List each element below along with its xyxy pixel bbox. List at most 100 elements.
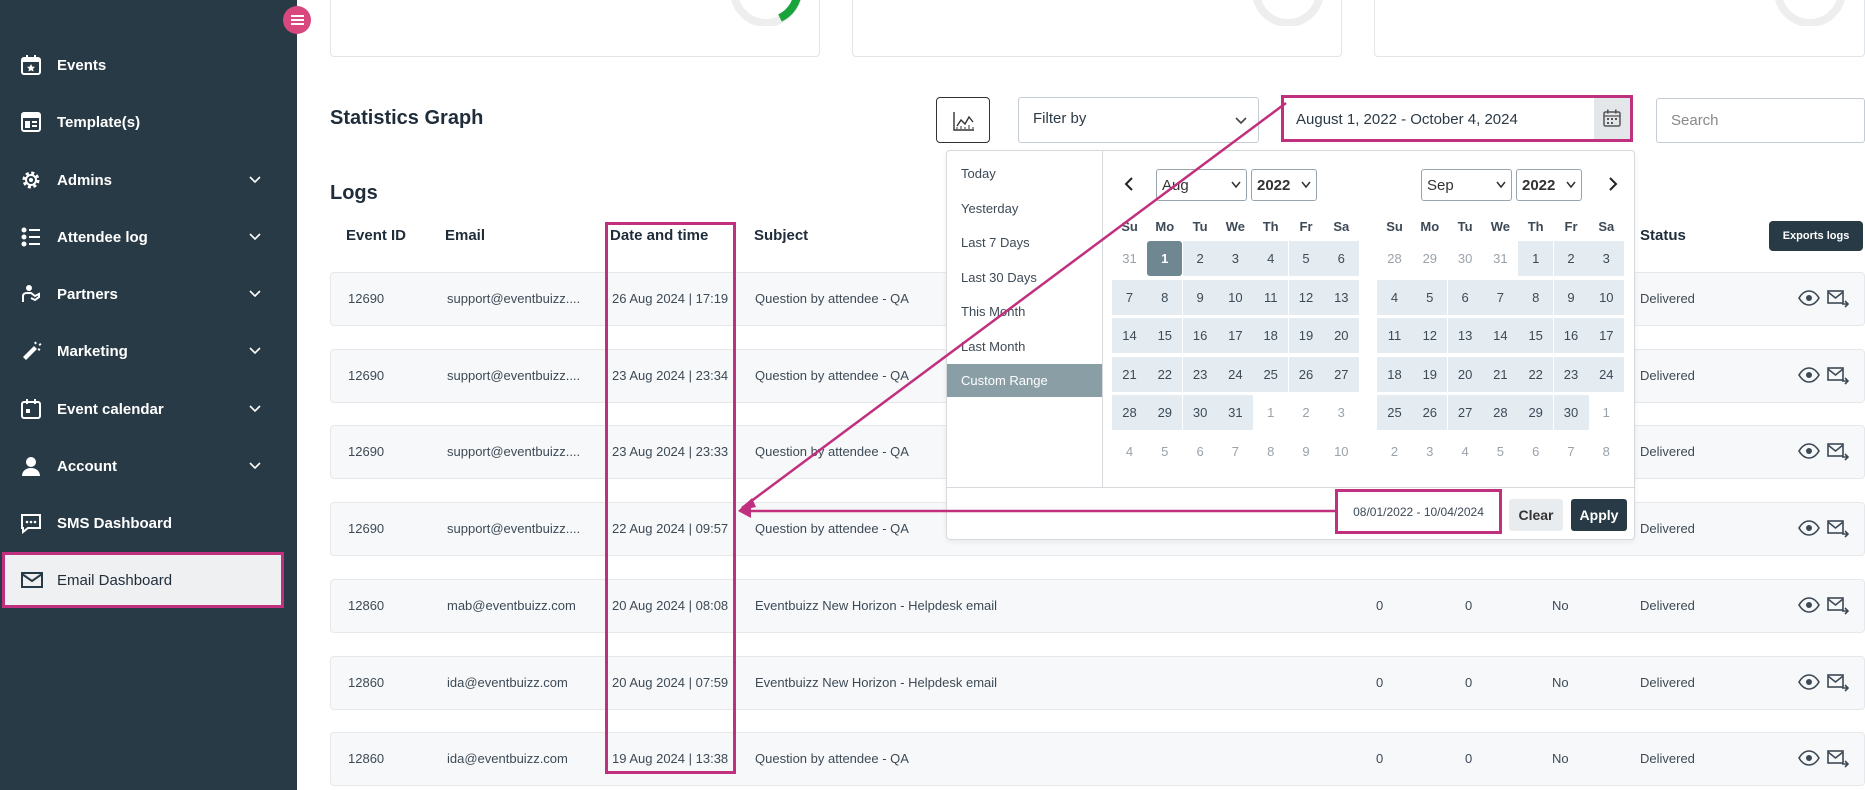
calendar-day[interactable]: 31 [1217, 395, 1253, 430]
calendar-day[interactable]: 6 [1518, 434, 1553, 469]
resend-mail-icon[interactable] [1827, 441, 1849, 461]
range-option[interactable]: Last 7 Days [947, 226, 1102, 259]
calendar-day[interactable]: 21 [1482, 356, 1518, 392]
calendar-day[interactable]: 4 [1253, 241, 1289, 276]
calendar-day[interactable]: 24 [1217, 356, 1253, 392]
calendar-day[interactable]: 23 [1182, 356, 1218, 392]
calendar-day[interactable]: 14 [1112, 318, 1147, 353]
apply-button[interactable]: Apply [1571, 499, 1627, 531]
calendar-day[interactable]: 5 [1147, 434, 1182, 469]
calendar-day[interactable]: 15 [1518, 318, 1554, 353]
calendar-day[interactable]: 24 [1588, 356, 1624, 392]
view-eye-icon[interactable] [1798, 290, 1820, 306]
menu-toggle-button[interactable] [283, 6, 311, 34]
calendar-day[interactable]: 1 [1589, 395, 1624, 430]
chart-toggle-button[interactable] [936, 97, 990, 143]
calendar-day[interactable]: 7 [1112, 279, 1147, 315]
right-month-select[interactable]: Sep [1421, 169, 1512, 201]
calendar-day[interactable]: 30 [1182, 395, 1218, 430]
sidebar-item-sms-dashboard[interactable]: SMS Dashboard [0, 498, 297, 548]
view-eye-icon[interactable] [1798, 520, 1820, 536]
calendar-day[interactable]: 12 [1288, 279, 1324, 315]
chevron-left-icon[interactable] [1123, 177, 1135, 191]
calendar-day[interactable]: 12 [1412, 318, 1448, 353]
sidebar-item-partners[interactable]: Partners [0, 269, 297, 319]
sidebar-item-admins[interactable]: Admins [0, 155, 297, 205]
resend-mail-icon[interactable] [1827, 672, 1849, 692]
calendar-day[interactable]: 4 [1112, 434, 1147, 469]
calendar-day[interactable]: 29 [1412, 241, 1447, 276]
calendar-day[interactable]: 20 [1447, 356, 1483, 392]
calendar-day[interactable]: 31 [1112, 241, 1147, 276]
calendar-day[interactable]: 13 [1323, 279, 1359, 315]
calendar-day[interactable]: 29 [1147, 395, 1183, 430]
calendar-day[interactable]: 1 [1147, 241, 1183, 276]
calendar-day[interactable]: 2 [1182, 241, 1218, 276]
calendar-day[interactable]: 3 [1217, 241, 1253, 276]
view-eye-icon[interactable] [1798, 596, 1820, 613]
range-option[interactable]: This Month [947, 295, 1102, 328]
calendar-day[interactable]: 18 [1253, 318, 1289, 353]
calendar-day[interactable]: 3 [1588, 241, 1624, 276]
filter-by-select[interactable]: Filter by [1018, 97, 1259, 143]
calendar-day[interactable]: 30 [1448, 241, 1483, 276]
calendar-day[interactable]: 2 [1553, 241, 1589, 276]
calendar-day[interactable]: 22 [1518, 356, 1554, 392]
calendar-day[interactable]: 23 [1553, 356, 1589, 392]
calendar-day[interactable]: 9 [1289, 434, 1324, 469]
calendar-day[interactable]: 2 [1289, 395, 1324, 430]
calendar-day[interactable]: 1 [1253, 395, 1288, 430]
calendar-day[interactable]: 10 [1217, 279, 1253, 315]
sidebar-item-account[interactable]: Account [0, 441, 297, 491]
calendar-day[interactable]: 28 [1482, 395, 1518, 430]
range-option[interactable]: Custom Range [947, 364, 1102, 397]
calendar-day[interactable]: 10 [1324, 434, 1359, 469]
calendar-day[interactable]: 22 [1147, 356, 1183, 392]
calendar-day[interactable]: 17 [1217, 318, 1253, 353]
calendar-day[interactable]: 15 [1147, 318, 1183, 353]
calendar-day[interactable]: 5 [1288, 241, 1324, 276]
calendar-day[interactable]: 21 [1112, 356, 1147, 392]
calendar-day[interactable]: 1 [1518, 241, 1554, 276]
resend-mail-icon[interactable] [1827, 748, 1849, 768]
range-option[interactable]: Yesterday [947, 192, 1102, 225]
calendar-day[interactable]: 27 [1323, 356, 1359, 392]
calendar-day[interactable]: 6 [1323, 241, 1359, 276]
calendar-day[interactable]: 26 [1412, 395, 1448, 430]
calendar-day[interactable]: 7 [1554, 434, 1589, 469]
calendar-day[interactable]: 9 [1553, 279, 1589, 315]
search-input[interactable] [1671, 112, 1851, 129]
export-logs-button[interactable]: Exports logs [1769, 221, 1863, 251]
view-eye-icon[interactable] [1798, 366, 1820, 383]
left-year-select[interactable]: 2022 [1251, 169, 1317, 201]
calendar-day[interactable]: 30 [1553, 395, 1589, 430]
resend-mail-icon[interactable] [1827, 365, 1849, 385]
left-month-select[interactable]: Aug [1156, 169, 1247, 201]
calendar-day[interactable]: 19 [1288, 318, 1324, 353]
calendar-day[interactable]: 7 [1482, 279, 1518, 315]
calendar-day[interactable]: 4 [1377, 279, 1412, 315]
sidebar-item-marketing[interactable]: Marketing [0, 326, 297, 376]
calendar-day[interactable]: 29 [1518, 395, 1554, 430]
calendar-day[interactable]: 11 [1377, 318, 1412, 353]
calendar-day[interactable]: 25 [1253, 356, 1289, 392]
range-option[interactable]: Last Month [947, 330, 1102, 363]
range-option[interactable]: Last 30 Days [947, 261, 1102, 294]
sidebar-item-event-calendar[interactable]: Event calendar [0, 384, 297, 434]
calendar-day[interactable]: 5 [1412, 279, 1448, 315]
calendar-day[interactable]: 18 [1377, 356, 1412, 392]
search-field[interactable] [1656, 98, 1865, 143]
calendar-day[interactable]: 28 [1112, 395, 1147, 430]
calendar-day[interactable]: 19 [1412, 356, 1448, 392]
calendar-day[interactable]: 6 [1447, 279, 1483, 315]
date-range-input[interactable]: August 1, 2022 - October 4, 2024 [1281, 95, 1633, 142]
calendar-day[interactable]: 3 [1324, 395, 1359, 430]
calendar-day[interactable]: 5 [1483, 434, 1518, 469]
calendar-day[interactable]: 17 [1588, 318, 1624, 353]
calendar-day[interactable]: 8 [1518, 279, 1554, 315]
view-eye-icon[interactable] [1798, 443, 1820, 460]
calendar-day[interactable]: 26 [1288, 356, 1324, 392]
view-eye-icon[interactable] [1798, 750, 1820, 766]
sidebar-item-attendee-log[interactable]: Attendee log [0, 212, 297, 262]
calendar-day[interactable]: 13 [1447, 318, 1483, 353]
